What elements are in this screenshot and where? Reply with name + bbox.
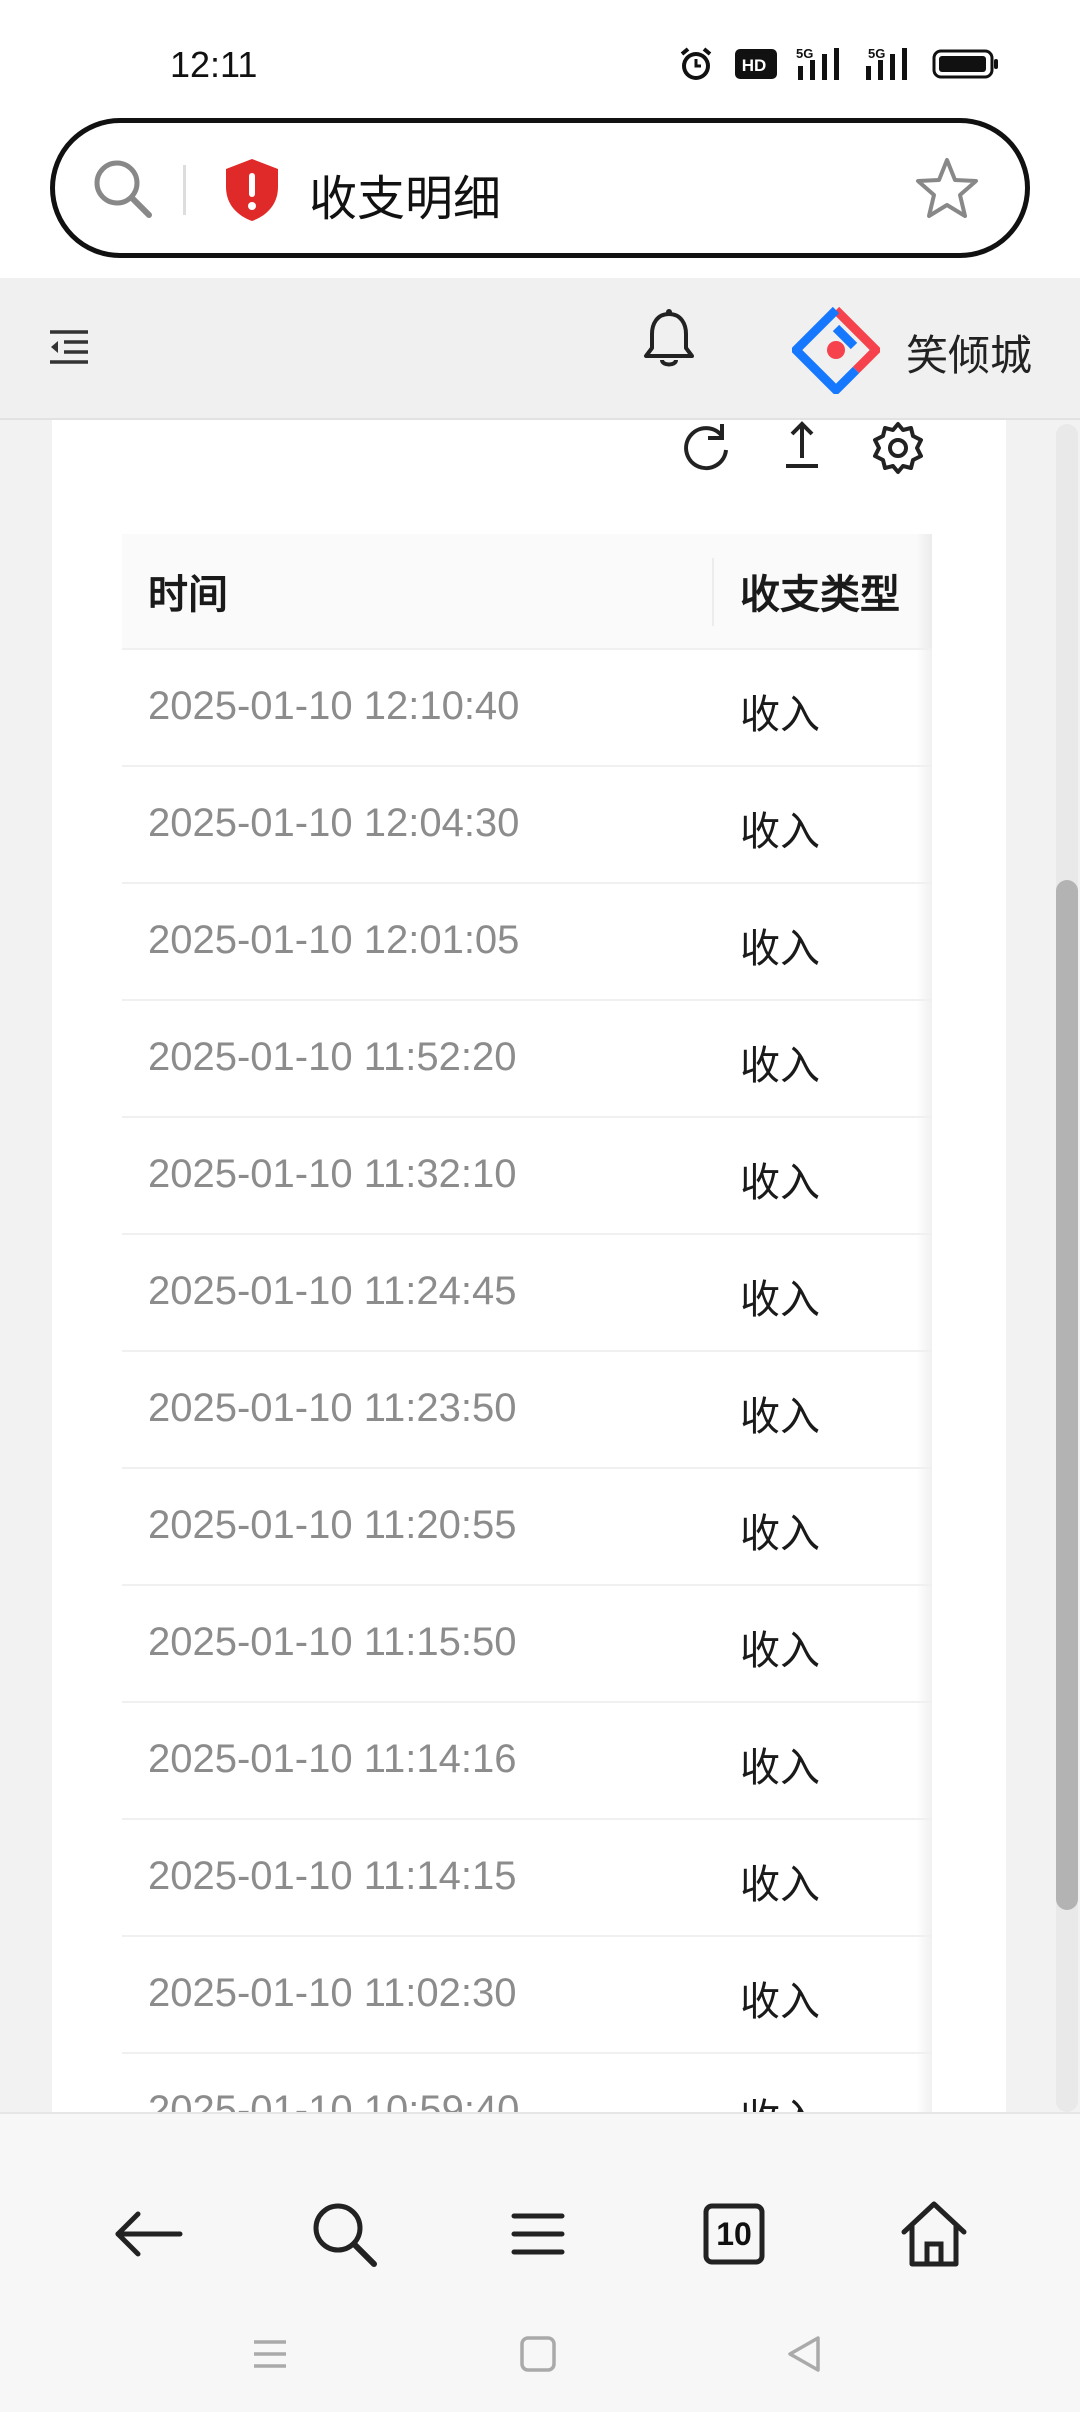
cell-time: 2025-01-10 11:14:15 [148, 1854, 517, 1898]
cell-time: 2025-01-10 11:20:55 [148, 1503, 517, 1547]
column-separator [712, 558, 714, 626]
cell-time: 2025-01-10 10:59:40 [148, 2088, 520, 2112]
scroll-shadow [916, 534, 932, 648]
bookmark-star-icon[interactable] [913, 155, 981, 223]
menu-fold-icon[interactable] [48, 326, 90, 368]
column-settings-icon[interactable] [870, 420, 926, 476]
reload-icon[interactable] [678, 420, 734, 476]
cell-time: 2025-01-10 12:10:40 [148, 684, 520, 728]
scroll-shadow [916, 1937, 932, 2052]
scroll-shadow [916, 884, 932, 999]
menu-icon[interactable] [498, 2194, 578, 2274]
alarm-icon [676, 44, 716, 84]
cell-time: 2025-01-10 11:52:20 [148, 1035, 517, 1079]
cell-type: 收入 [740, 2086, 820, 2112]
notification-bell-icon[interactable] [642, 308, 696, 372]
search-icon[interactable] [304, 2194, 384, 2274]
table-row[interactable]: 2025-01-10 10:59:40 收入 [122, 2054, 932, 2112]
status-bar: 12:11 HD 5G 5G [0, 0, 1080, 110]
scroll-shadow [916, 1820, 932, 1935]
table-row[interactable]: 2025-01-10 11:14:16 收入 [122, 1703, 932, 1820]
battery-icon [932, 44, 1000, 84]
table-row[interactable]: 2025-01-10 12:01:05 收入 [122, 884, 932, 1001]
address-bar[interactable]: 收支明细 [50, 118, 1030, 258]
cell-time: 2025-01-10 12:01:05 [148, 918, 520, 962]
cell-time: 2025-01-10 11:24:45 [148, 1269, 517, 1313]
cell-type: 收入 [740, 1160, 820, 1206]
system-back-icon[interactable] [780, 2330, 828, 2378]
cell-type: 收入 [740, 926, 820, 972]
table-row[interactable]: 2025-01-10 12:10:40 收入 [122, 650, 932, 767]
cell-time: 2025-01-10 12:04:30 [148, 801, 520, 845]
page-title[interactable]: 收支明细 [309, 159, 501, 229]
cell-type: 收入 [740, 692, 820, 738]
content-area: 时间 收支类型 2025-01-10 12:10:40 收入 2025-01-10… [0, 420, 1080, 2112]
export-icon[interactable] [774, 420, 830, 476]
hd-label: HD [742, 56, 767, 75]
cell-type: 收入 [740, 1394, 820, 1440]
back-arrow-icon[interactable] [108, 2194, 188, 2274]
table-row[interactable]: 2025-01-10 12:04:30 收入 [122, 767, 932, 884]
scroll-shadow [916, 1469, 932, 1584]
scrollbar-thumb[interactable] [1056, 880, 1078, 1910]
table-row[interactable]: 2025-01-10 11:20:55 收入 [122, 1469, 932, 1586]
scroll-shadow [916, 2054, 932, 2112]
search-icon[interactable] [89, 155, 155, 221]
cell-type: 收入 [740, 809, 820, 855]
home-icon[interactable] [894, 2194, 974, 2274]
browser-bottom-nav: 10 [0, 2112, 1080, 2412]
scroll-shadow [916, 1001, 932, 1116]
status-time: 12:11 [170, 44, 258, 85]
scroll-shadow [916, 1703, 932, 1818]
cell-type: 收入 [740, 1745, 820, 1791]
table-row[interactable]: 2025-01-10 11:23:50 收入 [122, 1352, 932, 1469]
system-home-icon[interactable] [514, 2330, 562, 2378]
scroll-shadow [916, 1235, 932, 1350]
scroll-shadow [916, 1352, 932, 1467]
scroll-shadow [916, 1118, 932, 1233]
cell-time: 2025-01-10 11:15:50 [148, 1620, 517, 1664]
app-logo-icon [791, 306, 881, 395]
table-header: 时间 收支类型 [122, 534, 932, 650]
hd-badge-icon: HD [734, 44, 778, 84]
signal-5g-icon-2: 5G [864, 44, 914, 84]
scroll-shadow [916, 650, 932, 765]
net-label-2: 5G [868, 46, 885, 61]
cell-time: 2025-01-10 11:14:16 [148, 1737, 517, 1781]
cell-type: 收入 [740, 1628, 820, 1674]
cell-type: 收入 [740, 1511, 820, 1557]
status-icons: HD 5G 5G [676, 44, 1000, 84]
cell-time: 2025-01-10 11:23:50 [148, 1386, 517, 1430]
transactions-table: 时间 收支类型 2025-01-10 12:10:40 收入 2025-01-10… [122, 534, 932, 2112]
net-label-1: 5G [796, 46, 813, 61]
user-name[interactable]: 笑倾城 [906, 322, 1032, 383]
address-divider [183, 165, 186, 215]
table-row[interactable]: 2025-01-10 11:52:20 收入 [122, 1001, 932, 1118]
table-row[interactable]: 2025-01-10 11:32:10 收入 [122, 1118, 932, 1235]
cell-type: 收入 [740, 1277, 820, 1323]
signal-5g-icon: 5G [796, 44, 846, 84]
tabs-button[interactable]: 10 [694, 2194, 774, 2274]
table-row[interactable]: 2025-01-10 11:15:50 收入 [122, 1586, 932, 1703]
table-card: 时间 收支类型 2025-01-10 12:10:40 收入 2025-01-10… [52, 420, 1006, 2112]
column-header-time[interactable]: 时间 [148, 562, 228, 620]
cell-type: 收入 [740, 1979, 820, 2025]
table-row[interactable]: 2025-01-10 11:24:45 收入 [122, 1235, 932, 1352]
table-row[interactable]: 2025-01-10 11:02:30 收入 [122, 1937, 932, 2054]
app-header: 笑倾城 [0, 278, 1080, 420]
cell-time: 2025-01-10 11:02:30 [148, 1971, 517, 2015]
tab-count: 10 [716, 2215, 752, 2252]
system-recents-icon[interactable] [246, 2330, 294, 2378]
scroll-shadow [916, 767, 932, 882]
security-warning-icon[interactable] [223, 157, 281, 223]
cell-time: 2025-01-10 11:32:10 [148, 1152, 517, 1196]
table-row[interactable]: 2025-01-10 11:14:15 收入 [122, 1820, 932, 1937]
cell-type: 收入 [740, 1043, 820, 1089]
cell-type: 收入 [740, 1862, 820, 1908]
scroll-shadow [916, 1586, 932, 1701]
column-header-type[interactable]: 收支类型 [740, 562, 900, 620]
